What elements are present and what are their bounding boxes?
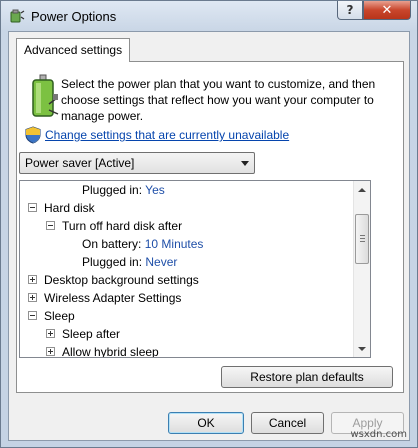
change-settings-link[interactable]: Change settings that are currently unava… bbox=[45, 128, 289, 142]
power-plan-selected: Power saver [Active] bbox=[25, 156, 135, 170]
collapse-icon[interactable] bbox=[28, 311, 37, 320]
settings-tree[interactable]: Plugged in: Yes Hard disk Turn off hard … bbox=[19, 180, 371, 358]
uac-shield-icon bbox=[25, 126, 41, 144]
close-icon: ✕ bbox=[381, 2, 393, 18]
scrollbar-thumb[interactable] bbox=[355, 214, 369, 264]
expand-icon[interactable] bbox=[46, 329, 55, 338]
setting-label: On battery: bbox=[82, 237, 142, 251]
intro-text: Select the power plan that you want to c… bbox=[61, 77, 376, 123]
grip-line bbox=[360, 241, 365, 242]
power-options-window: Power Options ? ✕ Advanced settings Sele… bbox=[0, 0, 418, 448]
tab-advanced-settings[interactable]: Advanced settings bbox=[16, 38, 131, 62]
collapse-icon[interactable] bbox=[28, 203, 37, 212]
tree-row-hard-disk[interactable]: Hard disk bbox=[44, 199, 95, 217]
restore-plan-defaults-button[interactable]: Restore plan defaults bbox=[221, 366, 393, 388]
expand-icon[interactable] bbox=[28, 275, 37, 284]
cancel-button[interactable]: Cancel bbox=[251, 412, 324, 434]
chevron-down-icon bbox=[241, 161, 249, 166]
grip-line bbox=[360, 238, 365, 239]
title-bar[interactable]: Power Options ? ✕ bbox=[1, 1, 417, 31]
power-options-icon bbox=[10, 9, 25, 23]
expand-icon[interactable] bbox=[28, 293, 37, 302]
tree-row-plugged-in-yes[interactable]: Plugged in: Yes bbox=[82, 181, 165, 199]
ok-button[interactable]: OK bbox=[168, 412, 244, 434]
collapse-icon[interactable] bbox=[46, 221, 55, 230]
power-plan-dropdown[interactable]: Power saver [Active] bbox=[19, 152, 255, 174]
help-button[interactable]: ? bbox=[337, 1, 363, 20]
watermark: wsxdn.com bbox=[350, 429, 407, 440]
tree-scrollbar[interactable] bbox=[353, 181, 370, 357]
tree-row-desktop-background[interactable]: Desktop background settings bbox=[44, 271, 199, 289]
setting-value: Yes bbox=[145, 183, 165, 197]
setting-value: 10 Minutes bbox=[144, 237, 204, 251]
close-button[interactable]: ✕ bbox=[363, 1, 411, 20]
settings-tree-content: Plugged in: Yes Hard disk Turn off hard … bbox=[20, 181, 354, 357]
grip-line bbox=[360, 235, 365, 236]
setting-label: Plugged in: bbox=[82, 183, 143, 197]
dialog-client-area: Advanced settings Select the power plan … bbox=[8, 31, 410, 441]
window-title: Power Options bbox=[31, 9, 117, 24]
battery-plug-icon bbox=[32, 74, 59, 117]
tree-row-sleep-after[interactable]: Sleep after bbox=[62, 325, 120, 343]
arrow-up-icon bbox=[358, 187, 366, 192]
setting-label: Plugged in: bbox=[82, 255, 143, 269]
tree-row-sleep[interactable]: Sleep bbox=[44, 307, 75, 325]
setting-value: Never bbox=[145, 255, 178, 269]
scroll-down-button[interactable] bbox=[354, 340, 370, 357]
advanced-settings-panel: Select the power plan that you want to c… bbox=[16, 61, 404, 393]
tree-row-turn-off-hard-disk[interactable]: Turn off hard disk after bbox=[62, 217, 182, 235]
expand-icon[interactable] bbox=[46, 347, 55, 356]
tree-row-wireless-adapter[interactable]: Wireless Adapter Settings bbox=[44, 289, 181, 307]
tree-row-allow-hybrid-sleep[interactable]: Allow hybrid sleep bbox=[62, 343, 159, 357]
arrow-down-icon bbox=[358, 346, 366, 351]
tree-row-on-battery[interactable]: On battery: 10 Minutes bbox=[82, 235, 203, 253]
scroll-up-button[interactable] bbox=[354, 181, 370, 198]
tree-row-plugged-in-never[interactable]: Plugged in: Never bbox=[82, 253, 177, 271]
help-icon: ? bbox=[346, 3, 354, 17]
